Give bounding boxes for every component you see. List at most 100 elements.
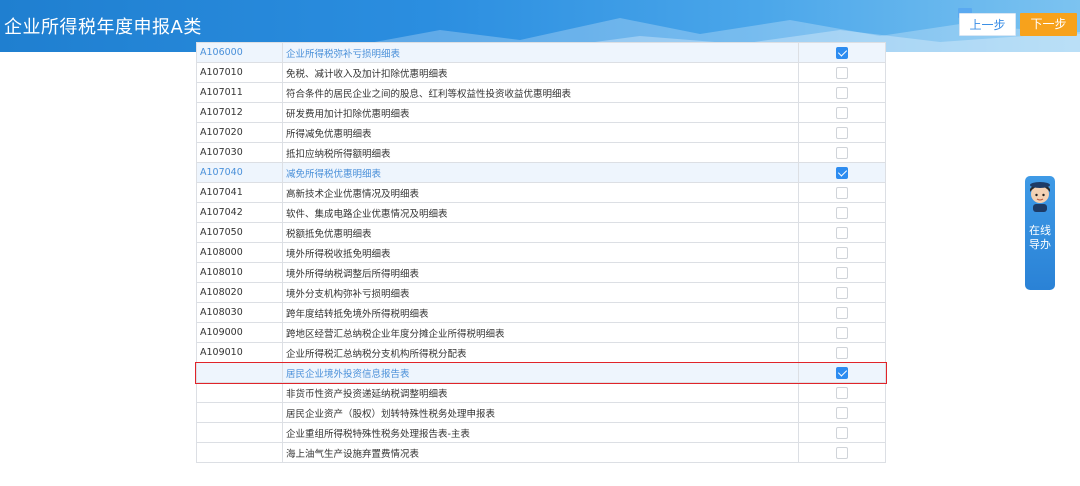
select-checkbox[interactable] — [836, 126, 848, 139]
table-row[interactable]: A107050 税额抵免优惠明细表 — [196, 222, 886, 243]
form-code-cell — [196, 362, 283, 383]
select-cell — [798, 422, 886, 443]
prev-step-button[interactable]: 上一步 — [959, 13, 1016, 36]
form-code-cell: A109010 — [196, 342, 283, 363]
form-code-cell: A108030 — [196, 302, 283, 323]
table-row[interactable]: A107030 抵扣应纳税所得额明细表 — [196, 142, 886, 163]
table-row[interactable]: A106000 企业所得税弥补亏损明细表 — [196, 42, 886, 63]
select-cell — [798, 362, 886, 383]
select-checkbox[interactable] — [836, 186, 848, 199]
form-code-cell: A107040 — [196, 162, 283, 183]
select-checkbox[interactable] — [836, 246, 848, 259]
form-name-cell: 跨地区经营汇总纳税企业年度分摊企业所得税明细表 — [282, 322, 799, 343]
select-cell — [798, 202, 886, 223]
select-cell — [798, 382, 886, 403]
form-code-cell: A107010 — [196, 62, 283, 83]
form-name-cell: 居民企业资产（股权）划转特殊性税务处理申报表 — [282, 402, 799, 423]
table-row[interactable]: 居民企业资产（股权）划转特殊性税务处理申报表 — [196, 402, 886, 423]
table-row[interactable]: A108010 境外所得纳税调整后所得明细表 — [196, 262, 886, 283]
form-code-cell — [196, 402, 283, 423]
table-row[interactable]: A107012 研发费用加计扣除优惠明细表 — [196, 102, 886, 123]
table-row[interactable]: A107010 免税、减计收入及加计扣除优惠明细表 — [196, 62, 886, 83]
form-name-cell: 居民企业境外投资信息报告表 — [282, 362, 799, 383]
table-row[interactable]: A108030 跨年度结转抵免境外所得税明细表 — [196, 302, 886, 323]
guide-label: 在线导办 — [1029, 224, 1051, 251]
select-checkbox[interactable] — [836, 366, 848, 379]
form-name-cell: 海上油气生产设施弃置费情况表 — [282, 442, 799, 463]
form-name-cell: 软件、集成电路企业优惠情况及明细表 — [282, 202, 799, 223]
select-checkbox[interactable] — [836, 106, 848, 119]
form-name-cell: 企业所得税汇总纳税分支机构所得税分配表 — [282, 342, 799, 363]
table-row[interactable]: A109000 跨地区经营汇总纳税企业年度分摊企业所得税明细表 — [196, 322, 886, 343]
select-checkbox[interactable] — [836, 206, 848, 219]
form-code-cell: A107020 — [196, 122, 283, 143]
form-name-cell: 减免所得税优惠明细表 — [282, 162, 799, 183]
select-cell — [798, 262, 886, 283]
form-code-cell — [196, 442, 283, 463]
select-checkbox[interactable] — [836, 446, 848, 459]
form-name-cell: 符合条件的居民企业之间的股息、红利等权益性投资收益优惠明细表 — [282, 82, 799, 103]
select-checkbox[interactable] — [836, 406, 848, 419]
select-checkbox[interactable] — [836, 386, 848, 399]
table-row[interactable]: A108020 境外分支机构弥补亏损明细表 — [196, 282, 886, 303]
select-checkbox[interactable] — [836, 306, 848, 319]
table-row[interactable]: 企业重组所得税特殊性税务处理报告表-主表 — [196, 422, 886, 443]
next-step-button[interactable]: 下一步 — [1020, 13, 1077, 36]
select-cell — [798, 142, 886, 163]
table-row[interactable]: A107042 软件、集成电路企业优惠情况及明细表 — [196, 202, 886, 223]
form-code-cell: A107012 — [196, 102, 283, 123]
form-name-cell: 所得减免优惠明细表 — [282, 122, 799, 143]
form-name-cell: 非货币性资产投资递延纳税调整明细表 — [282, 382, 799, 403]
form-code-cell: A107041 — [196, 182, 283, 203]
table-row[interactable]: 居民企业境外投资信息报告表 — [196, 362, 886, 383]
select-cell — [798, 302, 886, 323]
form-code-cell: A109000 — [196, 322, 283, 343]
select-cell — [798, 322, 886, 343]
page-title: 企业所得税年度申报A类 — [4, 17, 202, 38]
select-checkbox[interactable] — [836, 326, 848, 339]
table-row[interactable]: 非货币性资产投资递延纳税调整明细表 — [196, 382, 886, 403]
form-name-cell: 研发费用加计扣除优惠明细表 — [282, 102, 799, 123]
form-name-cell: 企业所得税弥补亏损明细表 — [282, 42, 799, 63]
table-row[interactable]: A109010 企业所得税汇总纳税分支机构所得税分配表 — [196, 342, 886, 363]
select-cell — [798, 82, 886, 103]
table-row[interactable]: A107041 高新技术企业优惠情况及明细表 — [196, 182, 886, 203]
form-name-cell: 境外所得纳税调整后所得明细表 — [282, 262, 799, 283]
select-cell — [798, 102, 886, 123]
select-cell — [798, 122, 886, 143]
select-checkbox[interactable] — [836, 46, 848, 59]
form-code-cell: A108010 — [196, 262, 283, 283]
form-code-cell — [196, 382, 283, 403]
select-checkbox[interactable] — [836, 146, 848, 159]
form-code-cell: A107042 — [196, 202, 283, 223]
assistant-avatar-icon — [1030, 182, 1050, 212]
select-cell — [798, 282, 886, 303]
select-checkbox[interactable] — [836, 86, 848, 99]
select-checkbox[interactable] — [836, 346, 848, 359]
form-name-cell: 抵扣应纳税所得额明细表 — [282, 142, 799, 163]
select-cell — [798, 62, 886, 83]
table-row[interactable]: A107011 符合条件的居民企业之间的股息、红利等权益性投资收益优惠明细表 — [196, 82, 886, 103]
table-row[interactable]: 海上油气生产设施弃置费情况表 — [196, 442, 886, 463]
table-row[interactable]: A107040 减免所得税优惠明细表 — [196, 162, 886, 183]
online-guide-button[interactable]: 在线导办 — [1025, 176, 1055, 290]
form-list-table: A106000 企业所得税弥补亏损明细表 A107010 免税、减计收入及加计扣除优惠… — [196, 42, 886, 463]
select-cell — [798, 402, 886, 423]
form-name-cell: 境外分支机构弥补亏损明细表 — [282, 282, 799, 303]
form-code-cell: A107011 — [196, 82, 283, 103]
select-checkbox[interactable] — [836, 286, 848, 299]
form-name-cell: 境外所得税收抵免明细表 — [282, 242, 799, 263]
form-code-cell: A107030 — [196, 142, 283, 163]
select-checkbox[interactable] — [836, 166, 848, 179]
form-code-cell: A108000 — [196, 242, 283, 263]
table-row[interactable]: A108000 境外所得税收抵免明细表 — [196, 242, 886, 263]
select-cell — [798, 242, 886, 263]
select-checkbox[interactable] — [836, 266, 848, 279]
select-cell — [798, 182, 886, 203]
table-row[interactable]: A107020 所得减免优惠明细表 — [196, 122, 886, 143]
select-checkbox[interactable] — [836, 226, 848, 239]
select-cell — [798, 222, 886, 243]
select-checkbox[interactable] — [836, 66, 848, 79]
select-checkbox[interactable] — [836, 426, 848, 439]
form-name-cell: 企业重组所得税特殊性税务处理报告表-主表 — [282, 422, 799, 443]
